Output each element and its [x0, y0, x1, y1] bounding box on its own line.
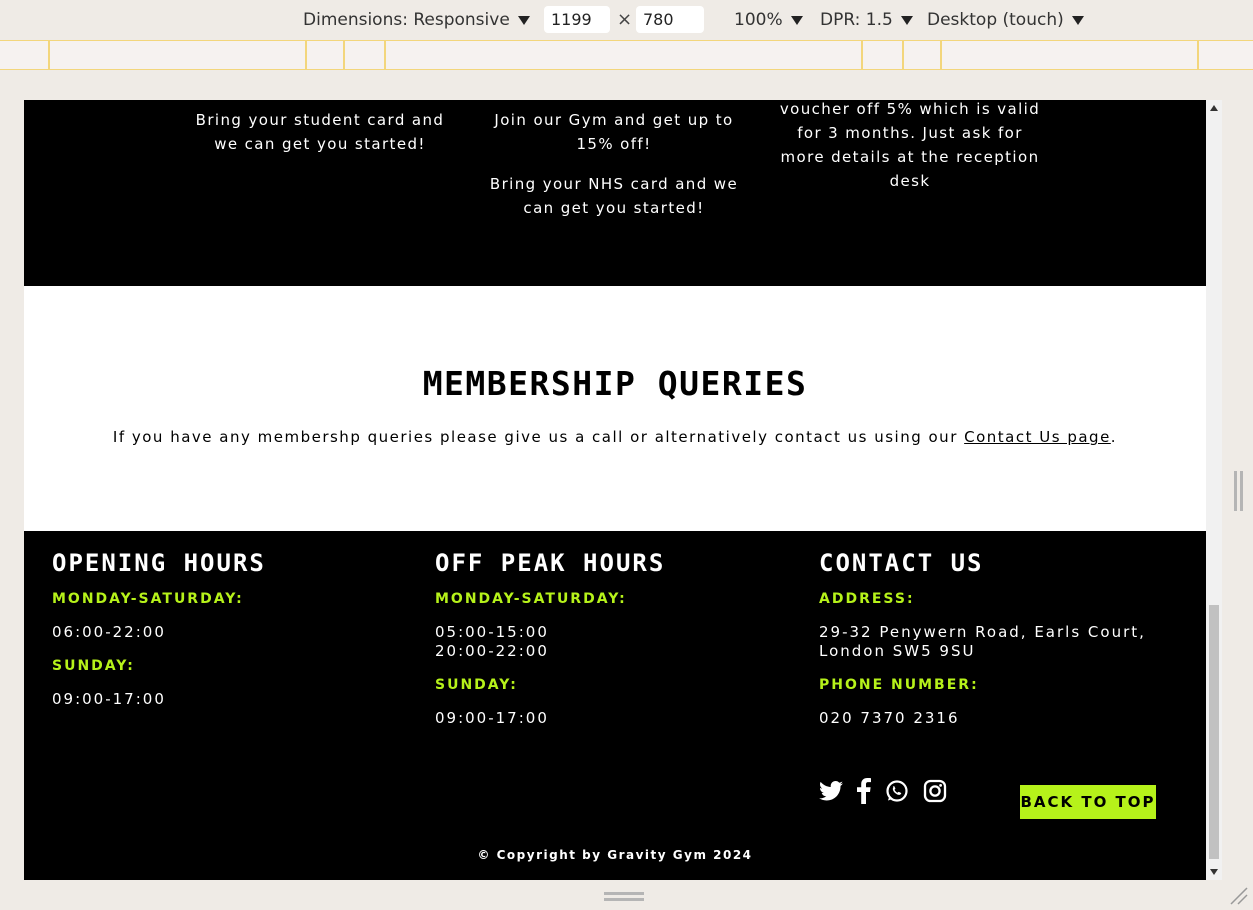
chevron-down-icon [900, 15, 913, 25]
dpr-label: DPR: 1.5 [820, 10, 893, 30]
membership-text: If you have any membershp queries please… [24, 428, 1206, 446]
ruler-mark[interactable] [343, 41, 345, 69]
times-separator: × [617, 9, 633, 30]
address-line-1: 29-32 Penywern Road, Earls Court, [819, 623, 1146, 641]
address-line-2: London SW5 9SU [819, 642, 976, 660]
contact-column: CONTACT US ADDRESS: 29-32 Penywern Road,… [819, 549, 1146, 744]
grip-line [1234, 471, 1237, 511]
contact-title: CONTACT US [819, 549, 984, 577]
device-mode-dropdown[interactable]: Desktop (touch) [927, 10, 1084, 30]
scroll-up-arrow-icon[interactable] [1210, 105, 1218, 111]
opening-hours-column: OPENING HOURS MONDAY-SATURDAY: 06:00-22:… [52, 549, 266, 725]
copyright: © Copyright by Gravity Gym 2024 [477, 848, 753, 862]
ruler-mark[interactable] [1197, 41, 1199, 69]
page-viewport: Bring your student card and we can get y… [24, 100, 1206, 880]
resize-handle-bottom[interactable] [604, 892, 644, 902]
membership-text-after: . [1110, 428, 1118, 446]
contact-us-link[interactable]: Contact Us page [964, 428, 1111, 446]
height-input[interactable] [636, 6, 704, 33]
zoom-label: 100% [734, 10, 783, 30]
twitter-icon[interactable] [819, 780, 843, 802]
grip-line [604, 892, 644, 895]
nhs-offer-text-1: Join our Gym and get up to 15% off! [494, 111, 734, 153]
offers-section: Bring your student card and we can get y… [24, 100, 1206, 286]
opening-sunday-hours: 09:00-17:00 [52, 690, 166, 708]
social-links [819, 778, 947, 804]
voucher-offer: voucher off 5% which is valid for 3 mont… [776, 100, 1044, 209]
membership-section: MEMBERSHIP QUERIES If you have any membe… [24, 286, 1206, 531]
devtools-toolbar: Dimensions: Responsive × 100% DPR: 1.5 D… [0, 0, 1253, 40]
media-query-ruler [0, 40, 1253, 70]
student-offer: Bring your student card and we can get y… [190, 108, 450, 172]
device-mode-label: Desktop (touch) [927, 10, 1064, 30]
ruler-mark[interactable] [861, 41, 863, 69]
offpeak-sunday-hours: 09:00-17:00 [435, 709, 549, 727]
grip-line [604, 898, 644, 901]
nhs-offer: Join our Gym and get up to 15% off! Brin… [486, 108, 742, 236]
offpeak-weekday-hours: 05:00-15:00 20:00-22:00 [435, 623, 665, 661]
ruler-mark[interactable] [902, 41, 904, 69]
ruler-mark[interactable] [384, 41, 386, 69]
phone-label: PHONE NUMBER: [819, 677, 979, 693]
instagram-icon[interactable] [923, 779, 947, 803]
dimensions-label: Dimensions: Responsive [303, 10, 510, 30]
ruler-mark[interactable] [48, 41, 50, 69]
student-offer-text: Bring your student card and we can get y… [195, 111, 445, 153]
dimensions-dropdown[interactable]: Dimensions: Responsive [303, 10, 530, 30]
facebook-icon[interactable] [857, 778, 871, 804]
off-peak-hours-column: OFF PEAK HOURS MONDAY-SATURDAY: 05:00-15… [435, 549, 665, 744]
dpr-dropdown[interactable]: DPR: 1.5 [820, 10, 913, 30]
offpeak-weekday-label: MONDAY-SATURDAY: [435, 591, 627, 607]
chevron-down-icon [790, 15, 803, 25]
membership-title: MEMBERSHIP QUERIES [422, 364, 808, 403]
address-label: ADDRESS: [819, 591, 915, 607]
address: 29-32 Penywern Road, Earls Court, London… [819, 623, 1146, 661]
chevron-down-icon [517, 15, 530, 25]
scrollbar-thumb[interactable] [1209, 605, 1219, 859]
opening-hours-title: OPENING HOURS [52, 549, 266, 577]
grip-line [1240, 471, 1243, 511]
opening-weekday-hours: 06:00-22:00 [52, 623, 166, 641]
resize-corner-icon[interactable] [1229, 886, 1249, 906]
offpeak-sunday-label: SUNDAY: [435, 677, 518, 693]
off-peak-title: OFF PEAK HOURS [435, 549, 666, 577]
page-scrollbar[interactable] [1206, 100, 1222, 880]
width-input[interactable] [544, 6, 610, 33]
ruler-mark[interactable] [305, 41, 307, 69]
scroll-down-arrow-icon[interactable] [1210, 869, 1218, 875]
offpeak-hours-2: 20:00-22:00 [435, 642, 549, 660]
phone-number: 020 7370 2316 [819, 709, 960, 727]
offpeak-hours-1: 05:00-15:00 [435, 623, 549, 641]
chevron-down-icon [1071, 15, 1084, 25]
opening-sunday-label: SUNDAY: [52, 658, 135, 674]
footer: OPENING HOURS MONDAY-SATURDAY: 06:00-22:… [24, 531, 1206, 880]
opening-weekday-label: MONDAY-SATURDAY: [52, 591, 244, 607]
membership-text-before: If you have any membershp queries please… [112, 428, 965, 446]
voucher-offer-text: voucher off 5% which is valid for 3 mont… [779, 100, 1041, 190]
whatsapp-icon[interactable] [885, 779, 909, 803]
zoom-dropdown[interactable]: 100% [734, 10, 803, 30]
back-to-top-button[interactable]: BACK TO TOP [1020, 785, 1156, 819]
resize-handle-right[interactable] [1234, 471, 1244, 511]
nhs-offer-text-2: Bring your NHS card and we can get you s… [489, 175, 739, 217]
ruler-mark[interactable] [940, 41, 942, 69]
